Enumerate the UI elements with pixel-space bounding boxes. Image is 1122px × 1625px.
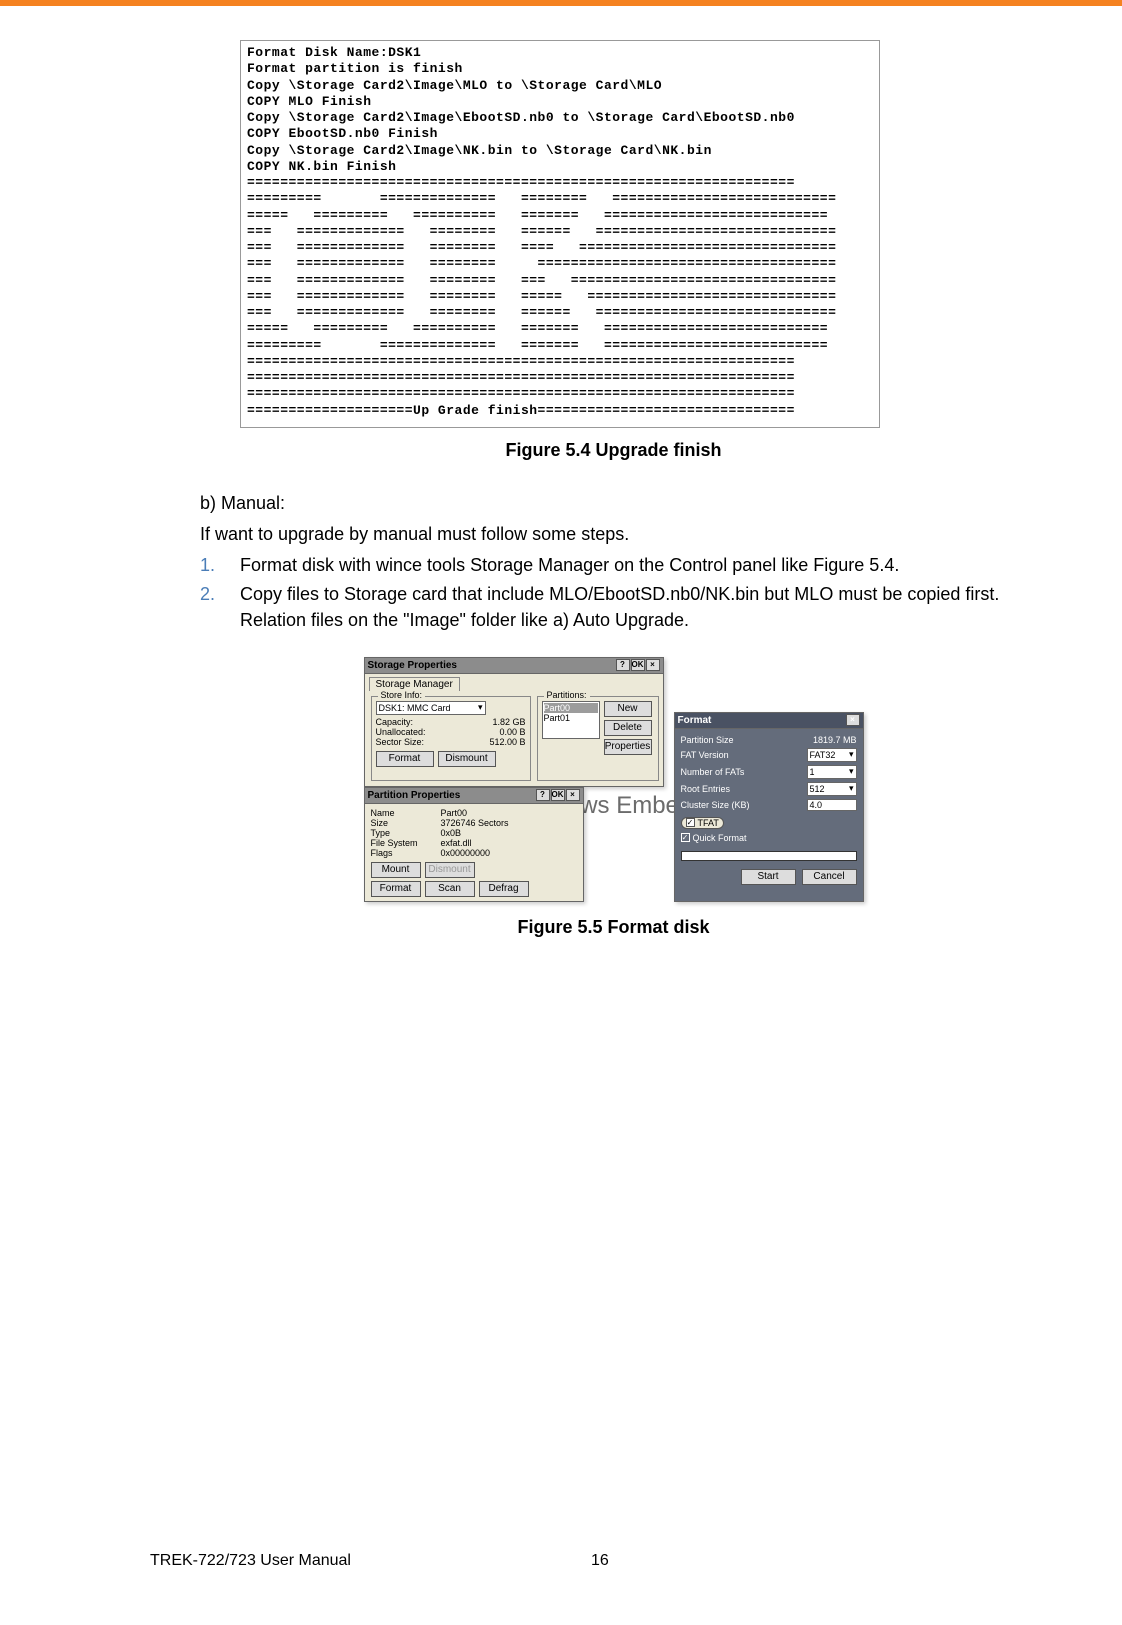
partition-listbox[interactable]: Part00 Part01 <box>542 701 600 739</box>
list-item: 1. Format disk with wince tools Storage … <box>200 553 1027 578</box>
storage-properties-titlebar: Storage Properties ? OK × <box>365 658 663 674</box>
figure-5-5-caption: Figure 5.5 Format disk <box>200 917 1027 938</box>
format-button[interactable]: Format <box>376 751 434 767</box>
manual-heading: b) Manual: <box>200 491 1027 516</box>
store-info-group: Store Info: DSK1: MMC Card ▾ Capacity:1.… <box>371 696 531 781</box>
quick-format-label: Quick Format <box>693 833 747 843</box>
cluster-size-input[interactable]: 4.0 <box>807 799 857 811</box>
list-text: Format disk with wince tools Storage Man… <box>240 553 1027 578</box>
page-footer: TREK-722/723 User Manual 16 <box>150 1552 1027 1570</box>
page-content: Format Disk Name:DSK1 Format partition i… <box>200 40 1027 1525</box>
capacity-value: 1.82 GB <box>492 717 525 727</box>
chevron-down-icon: ▾ <box>849 749 854 760</box>
manual-intro: If want to upgrade by manual must follow… <box>200 522 1027 547</box>
pp-name-label: Name <box>371 808 441 818</box>
scan-button[interactable]: Scan <box>425 881 475 897</box>
num-fats-select[interactable]: 1▾ <box>807 765 857 779</box>
fmt-nfat-label: Number of FATs <box>681 767 745 777</box>
mount-button[interactable]: Mount <box>371 862 421 878</box>
format-window: Format × Partition Size 1819.7 MB FAT Ver… <box>674 712 864 902</box>
quick-format-checkbox[interactable]: ✓ <box>681 833 690 842</box>
fat-version-value: FAT32 <box>810 750 836 760</box>
footer-page-number: 16 <box>591 1552 609 1570</box>
list-number: 1. <box>200 553 240 578</box>
close-button[interactable]: × <box>566 789 580 801</box>
unallocated-value: 0.00 B <box>499 727 525 737</box>
storage-manager-tab[interactable]: Storage Manager <box>369 677 460 691</box>
dismount-button-disabled: Dismount <box>425 862 475 878</box>
fmt-cluster-label: Cluster Size (KB) <box>681 800 750 810</box>
footer-manual-name: TREK-722/723 User Manual <box>150 1552 351 1570</box>
storage-manager-figure: Storage Properties ? OK × Storage Manage… <box>364 657 864 907</box>
list-number: 2. <box>200 582 240 632</box>
sector-label: Sector Size: <box>376 737 425 747</box>
fmt-fat-label: FAT Version <box>681 750 729 760</box>
store-info-label: Store Info: <box>378 690 426 700</box>
pp-fs-value: exfat.dll <box>441 838 472 848</box>
check-icon: ✓ <box>686 818 695 827</box>
root-entries-select[interactable]: 512 ▾ <box>807 782 857 796</box>
pp-flags-value: 0x00000000 <box>441 848 491 858</box>
page-top-accent <box>0 0 1122 6</box>
partition-item-selected[interactable]: Part00 <box>544 703 598 713</box>
dismount-button[interactable]: Dismount <box>438 751 496 767</box>
cancel-button[interactable]: Cancel <box>802 869 857 885</box>
fmt-psize-label: Partition Size <box>681 735 734 745</box>
pp-type-label: Type <box>371 828 441 838</box>
chevron-down-icon: ▾ <box>849 783 854 794</box>
pp-flags-label: Flags <box>371 848 441 858</box>
start-button[interactable]: Start <box>741 869 796 885</box>
format-button[interactable]: Format <box>371 881 421 897</box>
capacity-label: Capacity: <box>376 717 414 727</box>
close-button[interactable]: × <box>846 714 860 726</box>
new-button[interactable]: New <box>604 701 652 717</box>
tfat-label: TFAT <box>698 818 719 828</box>
tfat-checkbox[interactable]: ✓TFAT <box>681 817 724 829</box>
storage-properties-window: Storage Properties ? OK × Storage Manage… <box>364 657 664 787</box>
pp-size-label: Size <box>371 818 441 828</box>
window-title: Storage Properties <box>368 660 457 671</box>
close-button[interactable]: × <box>646 659 660 671</box>
chevron-down-icon: ▾ <box>478 702 483 713</box>
fmt-psize-value: 1819.7 MB <box>813 735 857 745</box>
defrag-button[interactable]: Defrag <box>479 881 529 897</box>
fat-version-select[interactable]: FAT32 ▾ <box>807 748 857 762</box>
ok-button[interactable]: OK <box>551 789 565 801</box>
window-title: Partition Properties <box>368 790 461 801</box>
partitions-group: Partitions: Part00 Part01 New Delete Pro… <box>537 696 659 781</box>
format-titlebar: Format × <box>675 713 863 729</box>
help-button[interactable]: ? <box>536 789 550 801</box>
partitions-label: Partitions: <box>544 690 590 700</box>
num-fats-value: 1 <box>810 767 815 777</box>
pp-fs-label: File System <box>371 838 441 848</box>
format-progress-bar <box>681 851 857 861</box>
disk-select[interactable]: DSK1: MMC Card ▾ <box>376 701 486 715</box>
pp-name-value: Part00 <box>441 808 468 818</box>
figure-5-4-caption: Figure 5.4 Upgrade finish <box>200 440 1027 461</box>
partition-properties-window: Partition Properties ? OK × NamePart00 S… <box>364 787 584 902</box>
root-entries-value: 512 <box>810 784 825 794</box>
window-title: Format <box>678 715 712 726</box>
delete-button[interactable]: Delete <box>604 720 652 736</box>
properties-button[interactable]: Properties <box>604 739 652 755</box>
partition-properties-titlebar: Partition Properties ? OK × <box>365 788 583 804</box>
partition-item[interactable]: Part01 <box>544 713 598 723</box>
chevron-down-icon: ▾ <box>849 766 854 777</box>
disk-select-value: DSK1: MMC Card <box>379 703 451 713</box>
fmt-root-label: Root Entries <box>681 784 731 794</box>
pp-type-value: 0x0B <box>441 828 462 838</box>
unallocated-label: Unallocated: <box>376 727 426 737</box>
list-text: Copy files to Storage card that include … <box>240 582 1027 632</box>
upgrade-terminal: Format Disk Name:DSK1 Format partition i… <box>240 40 880 428</box>
ok-button[interactable]: OK <box>631 659 645 671</box>
list-item: 2. Copy files to Storage card that inclu… <box>200 582 1027 632</box>
sector-value: 512.00 B <box>489 737 525 747</box>
help-button[interactable]: ? <box>616 659 630 671</box>
pp-size-value: 3726746 Sectors <box>441 818 509 828</box>
